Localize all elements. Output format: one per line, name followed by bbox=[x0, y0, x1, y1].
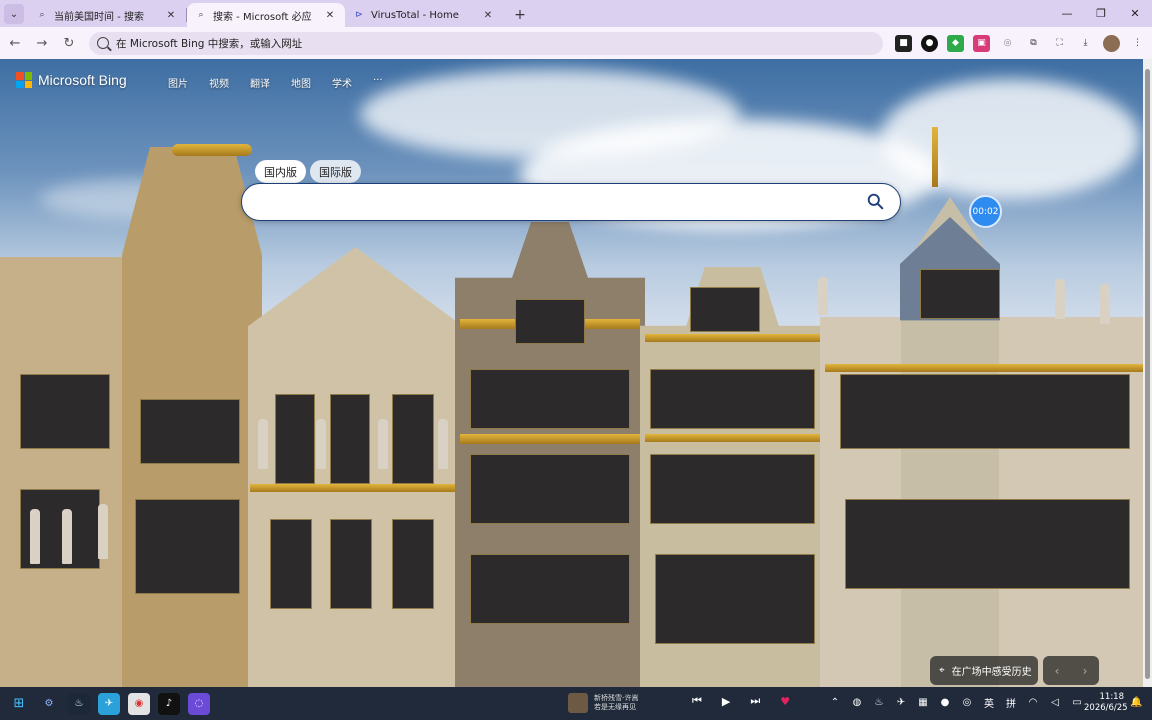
album-cover bbox=[568, 693, 588, 713]
close-window-icon[interactable]: ✕ bbox=[1118, 0, 1152, 27]
steam-icon[interactable]: ♨ bbox=[68, 692, 90, 715]
search-scope-tabs: 国内版 国际版 bbox=[255, 160, 361, 183]
search-icon: ⌕ bbox=[39, 10, 45, 20]
window-controls: — ❐ ✕ bbox=[1050, 0, 1152, 27]
extension-icon[interactable]: ▣ bbox=[973, 34, 990, 52]
restore-icon[interactable]: ❐ bbox=[1084, 0, 1118, 27]
minimize-icon[interactable]: — bbox=[1050, 0, 1084, 27]
image-caption: 在广场中感受历史 bbox=[951, 667, 1032, 678]
next-track-icon[interactable]: ⏭ bbox=[750, 694, 760, 708]
chrome-icon[interactable]: ◉ bbox=[128, 692, 150, 715]
chevron-up-icon[interactable]: ⌃ bbox=[828, 695, 842, 709]
image-nav: ‹ › bbox=[1043, 656, 1099, 685]
background-image bbox=[0, 59, 1143, 687]
tab-1[interactable]: ⌕ 当前美国时间 - 搜索 ✕ bbox=[28, 3, 186, 27]
avatar[interactable] bbox=[1103, 34, 1120, 52]
tab-3[interactable]: ⊳ VirusTotal - Home ✕ bbox=[345, 3, 503, 27]
next-image-icon[interactable]: › bbox=[1083, 664, 1088, 678]
app-icon[interactable]: ✈ bbox=[98, 692, 120, 715]
nav-maps[interactable]: 地图 bbox=[291, 75, 311, 90]
tray-app-icon[interactable]: ▦ bbox=[916, 695, 930, 709]
extensions-area: ■ ● ◆ ▣ ◎ ⧉ ⛶ ⤓ ⋮ bbox=[895, 34, 1146, 52]
prev-image-icon[interactable]: ‹ bbox=[1055, 664, 1060, 678]
app-icon[interactable]: ⚙ bbox=[38, 693, 60, 715]
tray-app-icon[interactable]: ◍ bbox=[850, 695, 864, 709]
reload-icon[interactable]: ↻ bbox=[57, 31, 81, 55]
bing-logo[interactable]: Microsoft Bing bbox=[16, 72, 127, 88]
search-input[interactable] bbox=[241, 183, 901, 221]
notification-bell-icon[interactable]: 🔔 bbox=[1130, 697, 1142, 708]
forward-icon[interactable]: → bbox=[30, 31, 54, 55]
tab-2[interactable]: ⌕ 搜索 - Microsoft 必应 ✕ bbox=[187, 3, 345, 27]
close-icon[interactable]: ✕ bbox=[481, 8, 495, 22]
nav-academic[interactable]: 学术 bbox=[332, 75, 352, 90]
nav-translate[interactable]: 翻译 bbox=[250, 75, 270, 90]
wifi-icon[interactable]: ◠ bbox=[1026, 695, 1040, 709]
timer-badge[interactable]: 00:02 bbox=[969, 195, 1002, 228]
page-scrollbar[interactable] bbox=[1143, 59, 1152, 687]
scope-domestic[interactable]: 国内版 bbox=[255, 160, 306, 183]
telegram-icon[interactable]: ✈ bbox=[894, 695, 908, 709]
tab-title: 搜索 - Microsoft 必应 bbox=[213, 11, 312, 23]
browser-app-icon[interactable]: ◌ bbox=[188, 692, 210, 715]
extension-icon[interactable]: ■ bbox=[895, 34, 912, 52]
battery-icon[interactable]: ▭ bbox=[1070, 695, 1084, 709]
tab-strip: ⌄ ⌕ 当前美国时间 - 搜索 ✕ ⌕ 搜索 - Microsoft 必应 ✕ … bbox=[0, 0, 1152, 27]
globe-icon[interactable]: ◎ bbox=[999, 35, 1016, 52]
nav-more[interactable]: ··· bbox=[373, 75, 383, 90]
media-widget[interactable]: 新桥残雪-许嵩 若是无缘再见 bbox=[568, 693, 639, 713]
previous-track-icon[interactable]: ⏮ bbox=[692, 694, 702, 708]
ime-language[interactable]: 英 bbox=[982, 695, 996, 710]
bing-nav: 图片 视频 翻译 地图 学术 ··· bbox=[168, 75, 383, 90]
heart-icon[interactable]: ♥ bbox=[780, 695, 790, 708]
nav-videos[interactable]: 视频 bbox=[209, 75, 229, 90]
scope-international[interactable]: 国际版 bbox=[310, 160, 361, 183]
bing-homepage: Microsoft Bing 图片 视频 翻译 地图 学术 ··· 国内版 国际… bbox=[0, 59, 1143, 687]
address-bar[interactable]: 在 Microsoft Bing 中搜索，或输入网址 bbox=[89, 31, 883, 55]
shield-icon[interactable]: ◆ bbox=[947, 34, 964, 52]
system-clock[interactable]: 11:18 2026/6/25 bbox=[1084, 692, 1128, 714]
extension-icon[interactable]: ● bbox=[921, 34, 938, 52]
tray-app-icon[interactable]: ♨ bbox=[872, 695, 886, 709]
tray-app-icon[interactable]: ◎ bbox=[960, 695, 974, 709]
ime-mode[interactable]: 拼 bbox=[1004, 695, 1018, 710]
address-placeholder: 在 Microsoft Bing 中搜索，或输入网址 bbox=[116, 37, 303, 50]
virustotal-icon: ⊳ bbox=[355, 10, 363, 20]
windows-start-icon[interactable]: ⊞ bbox=[8, 693, 30, 715]
system-tray: ⌃ ◍ ♨ ✈ ▦ ● ◎ 英 拼 ◠ ◁ ▭ bbox=[828, 695, 1084, 710]
back-icon[interactable]: ← bbox=[3, 31, 27, 55]
close-icon[interactable]: ✕ bbox=[323, 8, 337, 22]
tab-search-menu-button[interactable]: ⌄ bbox=[4, 4, 24, 24]
download-icon[interactable]: ⤓ bbox=[1077, 35, 1094, 52]
browser-toolbar: ← → ↻ 在 Microsoft Bing 中搜索，或输入网址 ■ ● ◆ ▣… bbox=[0, 27, 1152, 59]
tab-title: VirusTotal - Home bbox=[371, 9, 459, 21]
search-icon bbox=[97, 37, 109, 49]
media-lyric: 若是无缘再见 bbox=[594, 703, 636, 711]
media-title: 新桥残雪-许嵩 bbox=[594, 694, 639, 702]
clock-date: 2026/6/25 bbox=[1084, 703, 1128, 713]
more-menu-icon[interactable]: ⋮ bbox=[1129, 35, 1146, 52]
clock-time: 11:18 bbox=[1099, 692, 1125, 702]
collections-icon[interactable]: ⛶ bbox=[1051, 35, 1068, 52]
nav-images[interactable]: 图片 bbox=[168, 75, 188, 90]
search-icon[interactable] bbox=[867, 193, 884, 210]
logo-text: Microsoft Bing bbox=[38, 72, 127, 88]
image-caption-button[interactable]: ⌖ 在广场中感受历史 bbox=[930, 656, 1038, 685]
tray-app-icon[interactable]: ● bbox=[938, 695, 952, 709]
tiktok-icon[interactable]: ♪ bbox=[158, 692, 180, 715]
tab-title: 当前美国时间 - 搜索 bbox=[54, 11, 144, 23]
media-controls: ⏮ ▶ ⏭ ♥ bbox=[692, 694, 790, 708]
close-icon[interactable]: ✕ bbox=[164, 8, 178, 22]
search-icon: ⌕ bbox=[198, 10, 204, 20]
new-tab-button[interactable]: + bbox=[509, 4, 531, 26]
microsoft-logo-icon bbox=[16, 72, 32, 88]
location-pin-icon: ⌖ bbox=[939, 665, 945, 676]
puzzle-icon[interactable]: ⧉ bbox=[1025, 35, 1042, 52]
volume-icon[interactable]: ◁ bbox=[1048, 695, 1062, 709]
taskbar: ⊞ ⚙ ♨ ✈ ◉ ♪ ◌ 新桥残雪-许嵩 若是无缘再见 ⏮ ▶ ⏭ ♥ ⌃ ◍… bbox=[0, 687, 1152, 720]
play-icon[interactable]: ▶ bbox=[722, 695, 730, 708]
